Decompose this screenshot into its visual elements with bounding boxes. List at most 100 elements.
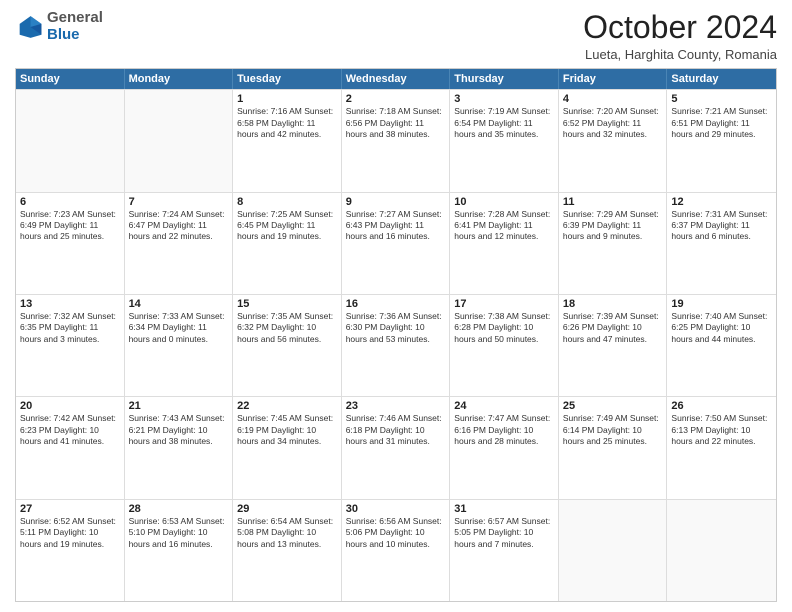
cell-info: Sunrise: 6:53 AM Sunset: 5:10 PM Dayligh… (129, 516, 229, 550)
calendar-body: 1Sunrise: 7:16 AM Sunset: 6:58 PM Daylig… (16, 89, 776, 601)
cell-info: Sunrise: 6:56 AM Sunset: 5:06 PM Dayligh… (346, 516, 446, 550)
cal-cell (559, 500, 668, 601)
cell-info: Sunrise: 7:33 AM Sunset: 6:34 PM Dayligh… (129, 311, 229, 345)
cal-row-1: 1Sunrise: 7:16 AM Sunset: 6:58 PM Daylig… (16, 89, 776, 191)
cell-info: Sunrise: 7:19 AM Sunset: 6:54 PM Dayligh… (454, 106, 554, 140)
cal-cell (125, 90, 234, 191)
cal-row-3: 13Sunrise: 7:32 AM Sunset: 6:35 PM Dayli… (16, 294, 776, 396)
cell-day-number: 25 (563, 400, 663, 412)
calendar-header: SundayMondayTuesdayWednesdayThursdayFrid… (16, 69, 776, 89)
cal-row-5: 27Sunrise: 6:52 AM Sunset: 5:11 PM Dayli… (16, 499, 776, 601)
cell-info: Sunrise: 6:52 AM Sunset: 5:11 PM Dayligh… (20, 516, 120, 550)
cell-day-number: 29 (237, 503, 337, 515)
cal-cell: 25Sunrise: 7:49 AM Sunset: 6:14 PM Dayli… (559, 397, 668, 498)
cell-info: Sunrise: 7:16 AM Sunset: 6:58 PM Dayligh… (237, 106, 337, 140)
cell-day-number: 26 (671, 400, 772, 412)
cell-info: Sunrise: 7:42 AM Sunset: 6:23 PM Dayligh… (20, 413, 120, 447)
cal-cell: 13Sunrise: 7:32 AM Sunset: 6:35 PM Dayli… (16, 295, 125, 396)
cal-cell: 5Sunrise: 7:21 AM Sunset: 6:51 PM Daylig… (667, 90, 776, 191)
cal-cell: 16Sunrise: 7:36 AM Sunset: 6:30 PM Dayli… (342, 295, 451, 396)
cal-cell: 18Sunrise: 7:39 AM Sunset: 6:26 PM Dayli… (559, 295, 668, 396)
cell-day-number: 1 (237, 93, 337, 105)
cell-info: Sunrise: 7:43 AM Sunset: 6:21 PM Dayligh… (129, 413, 229, 447)
cell-info: Sunrise: 7:39 AM Sunset: 6:26 PM Dayligh… (563, 311, 663, 345)
cell-day-number: 21 (129, 400, 229, 412)
cal-cell: 10Sunrise: 7:28 AM Sunset: 6:41 PM Dayli… (450, 193, 559, 294)
cell-info: Sunrise: 7:31 AM Sunset: 6:37 PM Dayligh… (671, 209, 772, 243)
cal-row-2: 6Sunrise: 7:23 AM Sunset: 6:49 PM Daylig… (16, 192, 776, 294)
cal-cell: 31Sunrise: 6:57 AM Sunset: 5:05 PM Dayli… (450, 500, 559, 601)
cell-info: Sunrise: 7:23 AM Sunset: 6:49 PM Dayligh… (20, 209, 120, 243)
logo-icon (15, 13, 43, 41)
header-day-wednesday: Wednesday (342, 69, 451, 89)
cell-day-number: 16 (346, 298, 446, 310)
cell-info: Sunrise: 7:50 AM Sunset: 6:13 PM Dayligh… (671, 413, 772, 447)
cell-info: Sunrise: 7:38 AM Sunset: 6:28 PM Dayligh… (454, 311, 554, 345)
cell-day-number: 17 (454, 298, 554, 310)
cell-info: Sunrise: 7:25 AM Sunset: 6:45 PM Dayligh… (237, 209, 337, 243)
cell-day-number: 14 (129, 298, 229, 310)
header-day-saturday: Saturday (667, 69, 776, 89)
cell-info: Sunrise: 7:20 AM Sunset: 6:52 PM Dayligh… (563, 106, 663, 140)
cell-info: Sunrise: 7:18 AM Sunset: 6:56 PM Dayligh… (346, 106, 446, 140)
cell-info: Sunrise: 7:40 AM Sunset: 6:25 PM Dayligh… (671, 311, 772, 345)
cell-info: Sunrise: 7:28 AM Sunset: 6:41 PM Dayligh… (454, 209, 554, 243)
cell-info: Sunrise: 7:21 AM Sunset: 6:51 PM Dayligh… (671, 106, 772, 140)
cell-info: Sunrise: 7:27 AM Sunset: 6:43 PM Dayligh… (346, 209, 446, 243)
cell-day-number: 6 (20, 196, 120, 208)
cal-cell: 21Sunrise: 7:43 AM Sunset: 6:21 PM Dayli… (125, 397, 234, 498)
cal-cell: 19Sunrise: 7:40 AM Sunset: 6:25 PM Dayli… (667, 295, 776, 396)
cal-cell: 17Sunrise: 7:38 AM Sunset: 6:28 PM Dayli… (450, 295, 559, 396)
cal-cell: 8Sunrise: 7:25 AM Sunset: 6:45 PM Daylig… (233, 193, 342, 294)
cell-info: Sunrise: 6:54 AM Sunset: 5:08 PM Dayligh… (237, 516, 337, 550)
cell-day-number: 11 (563, 196, 663, 208)
header-day-sunday: Sunday (16, 69, 125, 89)
cell-day-number: 7 (129, 196, 229, 208)
cell-day-number: 10 (454, 196, 554, 208)
header-day-friday: Friday (559, 69, 668, 89)
cell-day-number: 3 (454, 93, 554, 105)
cell-info: Sunrise: 7:36 AM Sunset: 6:30 PM Dayligh… (346, 311, 446, 345)
cell-info: Sunrise: 7:46 AM Sunset: 6:18 PM Dayligh… (346, 413, 446, 447)
cell-day-number: 23 (346, 400, 446, 412)
title-block: October 2024 Lueta, Harghita County, Rom… (583, 10, 777, 62)
cal-row-4: 20Sunrise: 7:42 AM Sunset: 6:23 PM Dayli… (16, 396, 776, 498)
logo: General Blue (15, 10, 103, 43)
cell-day-number: 13 (20, 298, 120, 310)
cal-cell: 14Sunrise: 7:33 AM Sunset: 6:34 PM Dayli… (125, 295, 234, 396)
cell-day-number: 18 (563, 298, 663, 310)
cal-cell: 30Sunrise: 6:56 AM Sunset: 5:06 PM Dayli… (342, 500, 451, 601)
cell-day-number: 9 (346, 196, 446, 208)
cell-day-number: 2 (346, 93, 446, 105)
cal-cell: 1Sunrise: 7:16 AM Sunset: 6:58 PM Daylig… (233, 90, 342, 191)
cal-cell: 3Sunrise: 7:19 AM Sunset: 6:54 PM Daylig… (450, 90, 559, 191)
cal-cell: 22Sunrise: 7:45 AM Sunset: 6:19 PM Dayli… (233, 397, 342, 498)
cal-cell: 7Sunrise: 7:24 AM Sunset: 6:47 PM Daylig… (125, 193, 234, 294)
month-title: October 2024 (583, 10, 777, 45)
cell-day-number: 8 (237, 196, 337, 208)
cal-cell: 27Sunrise: 6:52 AM Sunset: 5:11 PM Dayli… (16, 500, 125, 601)
cell-day-number: 30 (346, 503, 446, 515)
cal-cell (16, 90, 125, 191)
cell-info: Sunrise: 7:35 AM Sunset: 6:32 PM Dayligh… (237, 311, 337, 345)
cell-day-number: 31 (454, 503, 554, 515)
cell-info: Sunrise: 7:45 AM Sunset: 6:19 PM Dayligh… (237, 413, 337, 447)
cal-cell: 15Sunrise: 7:35 AM Sunset: 6:32 PM Dayli… (233, 295, 342, 396)
location: Lueta, Harghita County, Romania (583, 47, 777, 62)
cal-cell: 28Sunrise: 6:53 AM Sunset: 5:10 PM Dayli… (125, 500, 234, 601)
cell-day-number: 24 (454, 400, 554, 412)
header-day-thursday: Thursday (450, 69, 559, 89)
cell-info: Sunrise: 7:32 AM Sunset: 6:35 PM Dayligh… (20, 311, 120, 345)
cell-info: Sunrise: 7:24 AM Sunset: 6:47 PM Dayligh… (129, 209, 229, 243)
cell-day-number: 20 (20, 400, 120, 412)
cal-cell: 26Sunrise: 7:50 AM Sunset: 6:13 PM Dayli… (667, 397, 776, 498)
cell-day-number: 15 (237, 298, 337, 310)
cal-cell: 20Sunrise: 7:42 AM Sunset: 6:23 PM Dayli… (16, 397, 125, 498)
cell-day-number: 19 (671, 298, 772, 310)
header-day-tuesday: Tuesday (233, 69, 342, 89)
cell-day-number: 12 (671, 196, 772, 208)
cell-day-number: 4 (563, 93, 663, 105)
cell-day-number: 5 (671, 93, 772, 105)
logo-text: General Blue (47, 10, 103, 43)
page: General Blue October 2024 Lueta, Harghit… (0, 0, 792, 612)
